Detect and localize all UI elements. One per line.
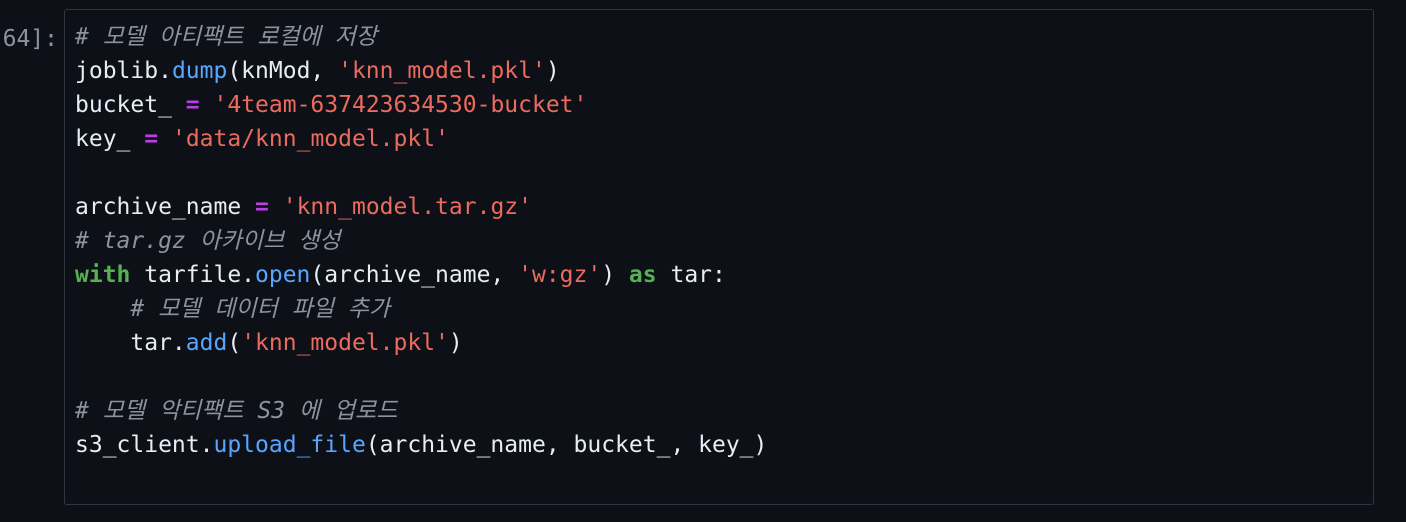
- string-literal: 'knn_model.tar.gz': [282, 194, 532, 220]
- code-comment: # 모델 데이터 파일 추가: [130, 296, 391, 322]
- string-literal: 'data/knn_model.pkl': [171, 126, 449, 152]
- code-token: tar:: [656, 262, 726, 288]
- function-name: add: [185, 330, 228, 356]
- operator: =: [144, 126, 159, 152]
- code-token: (archive_name, bucket_, key_): [365, 432, 768, 458]
- function-name: open: [255, 262, 311, 288]
- code-token: archive_name: [75, 194, 256, 220]
- code-token: tarfile.: [130, 262, 256, 288]
- operator: =: [255, 194, 269, 220]
- operator: =: [185, 92, 200, 118]
- string-literal: 'w:gz': [518, 262, 602, 288]
- code-comment: # 모델 아티팩트 로컬에 저장: [75, 24, 377, 50]
- code-line: tar.add('knn_model.pkl'): [75, 326, 767, 360]
- function-name: dump: [171, 58, 228, 84]
- code-line: # 모델 악티팩트 S3 에 업로드: [75, 394, 767, 428]
- code-token: ): [545, 58, 560, 84]
- string-literal: '4team-637423634530-bucket': [213, 92, 588, 118]
- code-line: s3_client.upload_file(archive_name, buck…: [75, 428, 767, 462]
- execution-count-prompt: [64]:: [0, 26, 58, 52]
- code-token: bucket_: [75, 92, 186, 118]
- code-token: key_: [75, 126, 145, 152]
- code-line: bucket_ = '4team-637423634530-bucket': [75, 88, 767, 122]
- keyword: as: [628, 262, 657, 288]
- code-token: ): [448, 330, 463, 356]
- code-line: # 모델 데이터 파일 추가: [75, 292, 767, 326]
- code-token: joblib.: [75, 58, 172, 84]
- code-line: # 모델 아티팩트 로컬에 저장: [75, 20, 767, 54]
- code-editor[interactable]: # 모델 아티팩트 로컬에 저장 joblib.dump(knMod, 'knn_…: [75, 20, 767, 462]
- code-token: tar.: [75, 330, 186, 356]
- code-line: joblib.dump(knMod, 'knn_model.pkl'): [75, 54, 767, 88]
- code-comment: # 모델 악티팩트 S3 에 업로드: [75, 398, 398, 424]
- code-token: (: [227, 330, 242, 356]
- code-comment: # tar.gz 아카이브 생성: [75, 228, 341, 254]
- code-token: ): [601, 262, 629, 288]
- code-cell[interactable]: # 모델 아티팩트 로컬에 저장 joblib.dump(knMod, 'knn_…: [64, 9, 1374, 505]
- code-token: (knMod,: [227, 58, 339, 84]
- code-line: with tarfile.open(archive_name, 'w:gz') …: [75, 258, 767, 292]
- code-line: # tar.gz 아카이브 생성: [75, 224, 767, 258]
- keyword: with: [75, 262, 131, 288]
- code-token: (archive_name,: [310, 262, 519, 288]
- code-token: s3_client.: [75, 432, 214, 458]
- function-name: upload_file: [213, 432, 366, 458]
- notebook: [64]: # 모델 아티팩트 로컬에 저장 joblib.dump(knMod,…: [0, 0, 1406, 522]
- code-line: key_ = 'data/knn_model.pkl': [75, 122, 767, 156]
- code-line: archive_name = 'knn_model.tar.gz': [75, 190, 767, 224]
- string-literal: 'knn_model.pkl': [241, 330, 449, 356]
- string-literal: 'knn_model.pkl': [338, 58, 546, 84]
